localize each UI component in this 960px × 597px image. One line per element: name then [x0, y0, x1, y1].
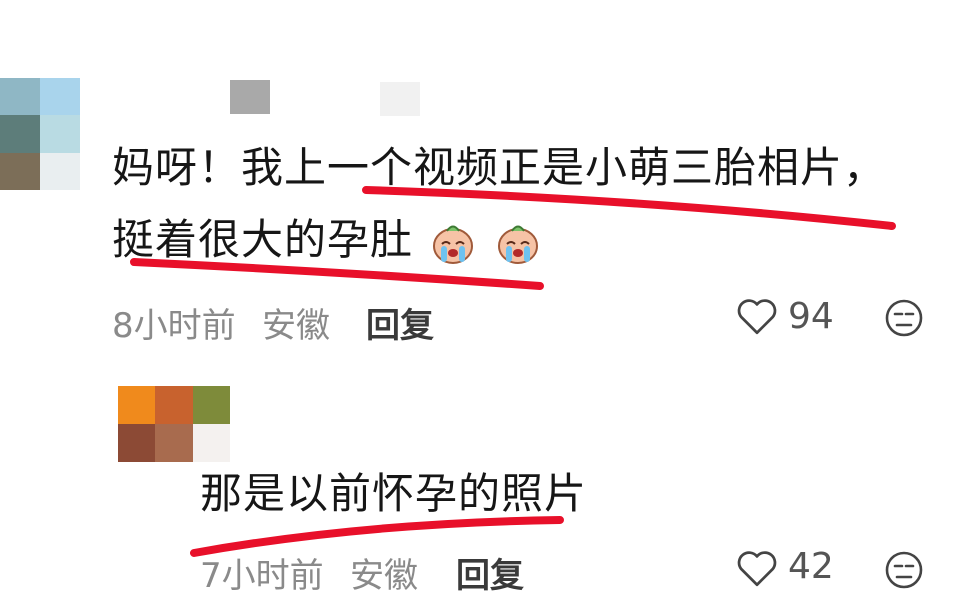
comment-timestamp: 8小时前 [112, 306, 236, 346]
neutral-face-icon[interactable] [884, 298, 924, 338]
avatar[interactable] [0, 78, 80, 190]
comment-text-line: 妈呀！我上一个视频正是小萌三胎相片， [112, 143, 887, 192]
comment-timestamp: 7小时前 [200, 556, 324, 596]
crying-face-emoji [497, 225, 538, 264]
like-count: 94 [788, 296, 834, 337]
comment-text-line: 挺着很大的孕肚 [112, 215, 414, 264]
comment-location: 安徽 [262, 306, 330, 346]
comment-text: 挺着很大的孕肚 [112, 212, 542, 268]
comment-text: 那是以前怀孕的照片 [200, 466, 587, 522]
reply-button[interactable]: 回复 [366, 298, 434, 347]
like-count: 42 [788, 546, 834, 587]
reply-button[interactable]: 回复 [456, 548, 524, 597]
like-heart-icon[interactable] [736, 550, 778, 588]
crying-face-emoji [433, 225, 474, 264]
like-heart-icon[interactable] [736, 298, 778, 336]
neutral-face-icon[interactable] [884, 550, 924, 590]
comment-text: 妈呀！我上一个视频正是小萌三胎相片， [112, 140, 886, 196]
username-redacted [380, 82, 420, 116]
comment-text-line: 那是以前怀孕的照片 [200, 469, 588, 518]
avatar[interactable] [118, 386, 230, 462]
comment-location: 安徽 [350, 556, 418, 596]
username-redacted[interactable] [230, 80, 270, 114]
